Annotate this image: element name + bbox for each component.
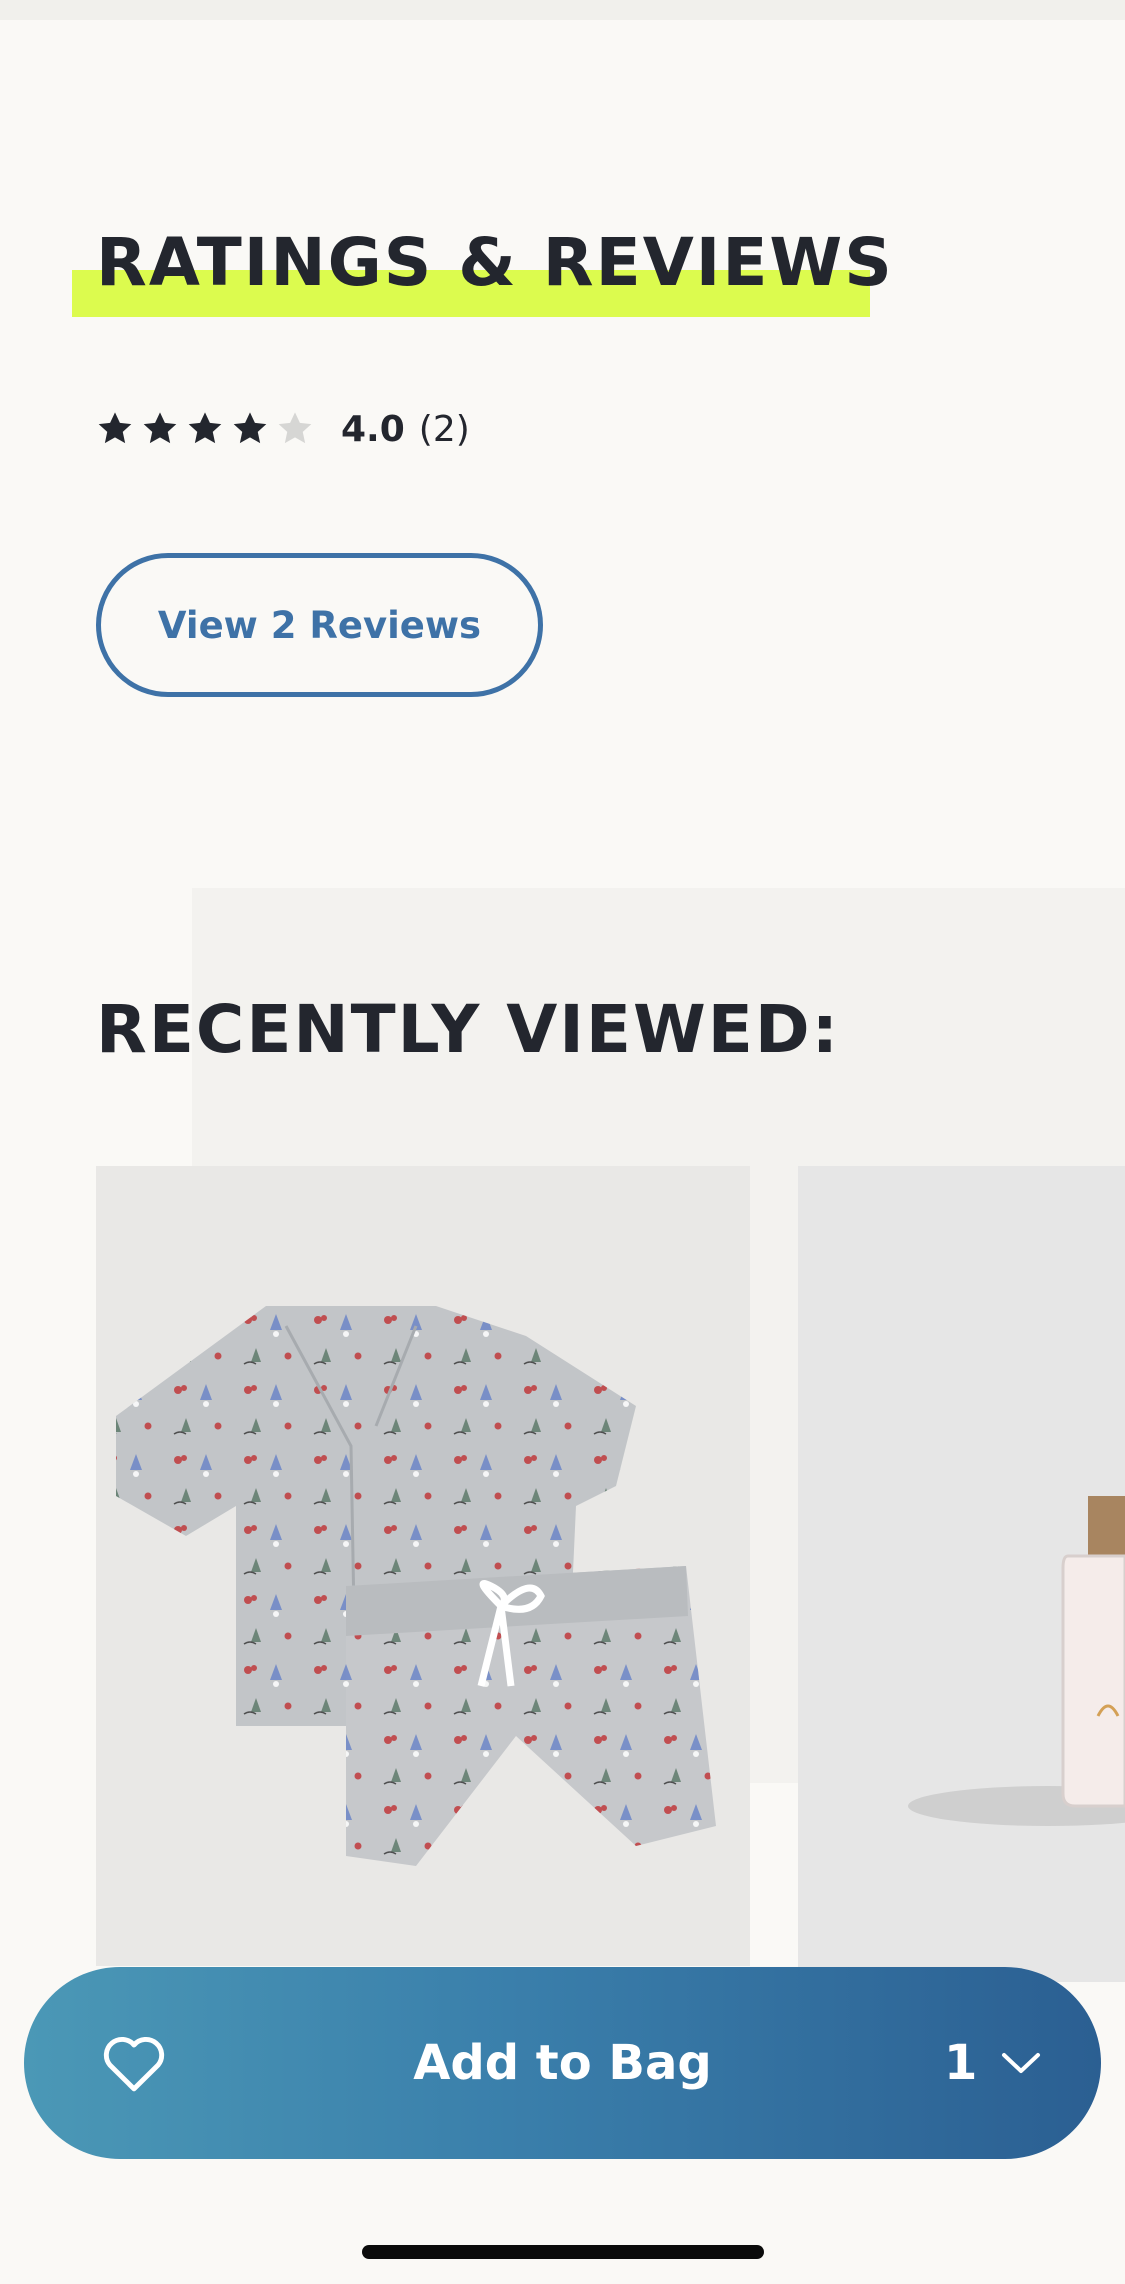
home-indicator[interactable] xyxy=(362,2245,764,2259)
ratings-heading: RATINGS & REVIEWS xyxy=(96,224,894,301)
heart-icon xyxy=(103,2036,165,2092)
favorite-button[interactable] xyxy=(96,2025,172,2101)
add-to-bag-button[interactable]: Add to Bag xyxy=(24,1967,1101,2159)
quantity-selector[interactable]: 1 xyxy=(944,2023,1041,2103)
star-empty-icon xyxy=(278,412,312,444)
rating-summary: 4.0 (2) xyxy=(96,404,470,454)
star-icon xyxy=(143,412,177,444)
chevron-down-icon xyxy=(1002,2053,1041,2073)
quantity-value: 1 xyxy=(944,2035,978,2091)
add-to-bag-bar: Add to Bag 1 xyxy=(24,1967,1101,2159)
star-icon xyxy=(98,412,132,444)
fragrance-image xyxy=(798,1166,1125,1982)
star-icon xyxy=(188,412,222,444)
top-strip xyxy=(0,0,1125,20)
star-icon xyxy=(233,412,267,444)
ratings-heading-block: RATINGS & REVIEWS xyxy=(72,218,892,318)
pajama-set-image xyxy=(96,1166,750,1966)
recent-product-fragrance[interactable] xyxy=(798,1166,1125,1982)
view-reviews-button[interactable]: View 2 Reviews xyxy=(96,553,543,697)
rating-count: (2) xyxy=(418,408,470,450)
recently-viewed-heading: RECENTLY VIEWED: xyxy=(96,991,841,1068)
rating-value: 4.0 xyxy=(341,408,405,450)
recent-product-pajama-set[interactable] xyxy=(96,1166,750,1966)
